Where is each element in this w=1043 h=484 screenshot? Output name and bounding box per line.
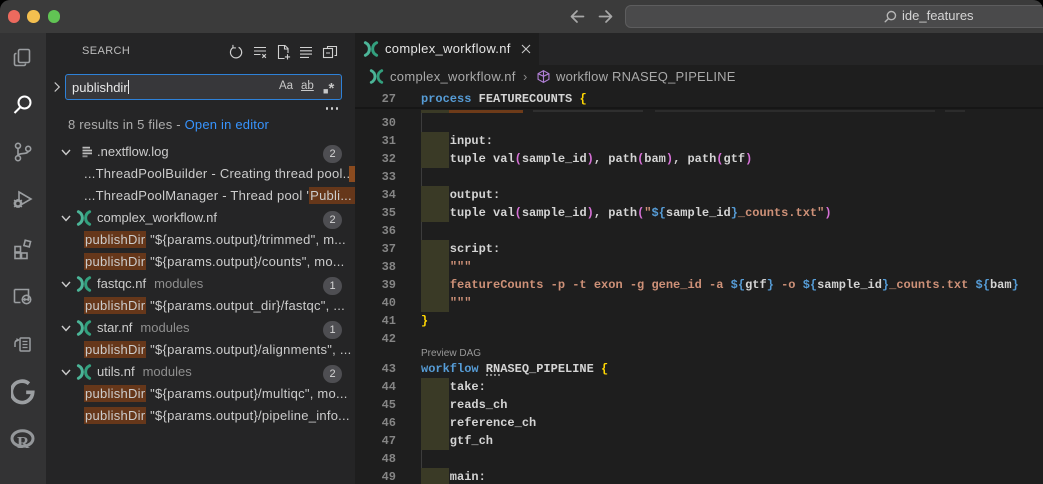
svg-text:R: R [17, 433, 30, 451]
